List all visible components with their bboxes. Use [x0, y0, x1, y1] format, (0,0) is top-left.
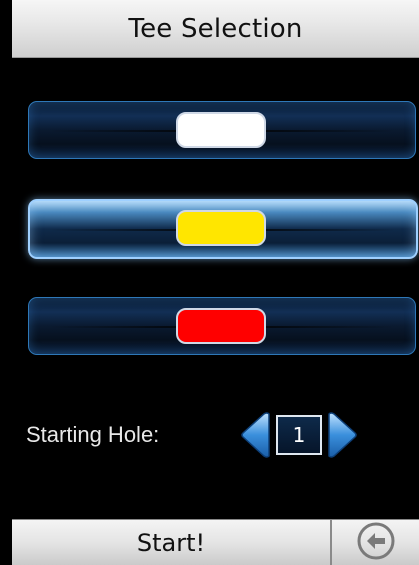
page-title: Tee Selection	[128, 13, 303, 44]
start-button[interactable]: Start!	[12, 520, 332, 565]
bottom-bar: Start!	[12, 519, 419, 565]
white-tee-marker	[176, 112, 266, 148]
back-button[interactable]	[332, 520, 419, 565]
starting-hole-row: Starting Hole: 1	[26, 410, 360, 460]
left-arrow-icon[interactable]	[238, 411, 274, 459]
back-arrow-icon	[357, 522, 395, 564]
yellow-tee-marker	[176, 210, 266, 246]
tee-option-red[interactable]	[28, 297, 416, 355]
red-tee-marker	[176, 308, 266, 344]
starting-hole-value: 1	[276, 415, 322, 455]
tee-selection-screen: Tee Selection Starting Hole: 1 Start!	[12, 0, 419, 565]
tee-option-white[interactable]	[28, 101, 416, 159]
title-bar: Tee Selection	[12, 0, 419, 58]
tee-option-yellow[interactable]	[28, 199, 418, 259]
starting-hole-label: Starting Hole:	[26, 422, 160, 447]
right-arrow-icon[interactable]	[324, 411, 360, 459]
